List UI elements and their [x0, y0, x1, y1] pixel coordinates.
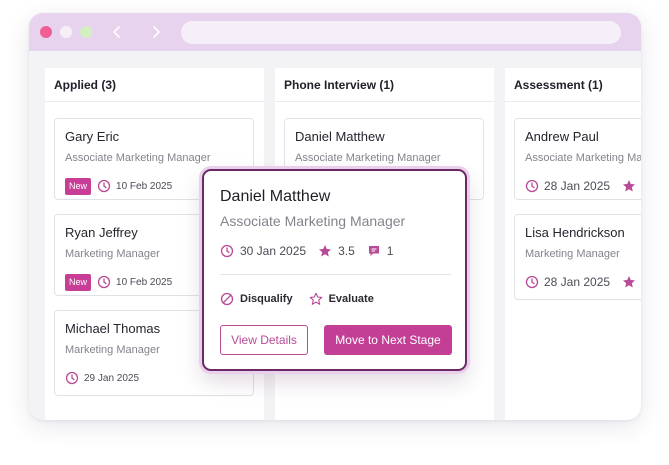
card-meta: 29 Jan 2025 [65, 369, 139, 387]
browser-titlebar [29, 13, 641, 51]
applied-date: 28 Jan 2025 [544, 179, 611, 193]
candidate-card[interactable]: Lisa Hendrickson Marketing Manager 28 Ja… [514, 214, 641, 300]
clock-icon [525, 179, 539, 193]
close-window-button[interactable] [40, 26, 52, 38]
popover-quick-actions: Disqualify Evaluate [220, 292, 374, 306]
back-icon[interactable] [107, 22, 127, 42]
clock-icon [97, 275, 111, 289]
star-icon [318, 244, 332, 258]
popover-meta: 30 Jan 2025 3.5 1 [220, 244, 393, 258]
move-to-next-stage-button[interactable]: Move to Next Stage [324, 325, 452, 355]
candidate-role: Associate Marketing Manager [525, 152, 641, 164]
candidate-name: Ryan Jeffrey [65, 225, 138, 240]
minimize-window-button[interactable] [60, 26, 72, 38]
applied-date: 28 Jan 2025 [544, 275, 611, 289]
star-icon [622, 179, 636, 193]
popover-comment-count: 1 [386, 244, 394, 258]
forward-icon[interactable] [146, 22, 166, 42]
comment-icon [367, 244, 381, 258]
column-title: Phone Interview (1) [275, 68, 494, 102]
applied-date: 29 Jan 2025 [84, 372, 140, 384]
popover-date: 30 Jan 2025 [240, 244, 307, 258]
view-details-button[interactable]: View Details [220, 325, 308, 355]
candidate-role: Associate Marketing Manager [295, 152, 441, 164]
card-meta: 28 Jan 2025 [525, 273, 636, 291]
address-bar[interactable] [181, 21, 621, 44]
ban-icon[interactable] [220, 292, 234, 306]
candidate-name: Andrew Paul [525, 129, 599, 144]
popover-candidate-role: Associate Marketing Manager [220, 213, 406, 229]
candidate-card[interactable]: Andrew Paul Associate Marketing Manager … [514, 118, 641, 200]
clock-icon [65, 371, 79, 385]
candidate-role: Marketing Manager [65, 344, 160, 356]
candidate-name: Lisa Hendrickson [525, 225, 625, 240]
star-outline-icon[interactable] [309, 292, 323, 306]
card-meta: 28 Jan 2025 [525, 177, 636, 195]
candidate-name: Michael Thomas [65, 321, 161, 336]
column-title: Assessment (1) [505, 68, 641, 102]
candidate-role: Marketing Manager [65, 248, 160, 260]
candidate-role: Associate Marketing Manager [65, 152, 211, 164]
clock-icon [525, 275, 539, 289]
candidate-popover: Daniel Matthew Associate Marketing Manag… [202, 169, 467, 371]
maximize-window-button[interactable] [80, 26, 92, 38]
clock-icon [220, 244, 234, 258]
candidate-name: Gary Eric [65, 129, 120, 144]
applied-date: 10 Feb 2025 [116, 180, 173, 192]
popover-candidate-name: Daniel Matthew [220, 188, 331, 205]
new-badge: New [65, 273, 92, 291]
divider [220, 274, 451, 275]
candidate-name: Daniel Matthew [295, 129, 385, 144]
column-assessment: Assessment (1) Andrew Paul Associate Mar… [505, 68, 641, 420]
star-icon [622, 275, 636, 289]
disqualify-button[interactable]: Disqualify [240, 293, 293, 305]
card-meta: New 10 Feb 2025 [65, 177, 172, 195]
card-meta: New 10 Feb 2025 [65, 273, 172, 291]
popover-rating: 3.5 [338, 244, 355, 258]
column-title: Applied (3) [45, 68, 264, 102]
new-badge: New [65, 177, 92, 195]
clock-icon [97, 179, 111, 193]
applied-date: 10 Feb 2025 [116, 276, 173, 288]
evaluate-button[interactable]: Evaluate [329, 293, 374, 305]
candidate-role: Marketing Manager [525, 248, 620, 260]
